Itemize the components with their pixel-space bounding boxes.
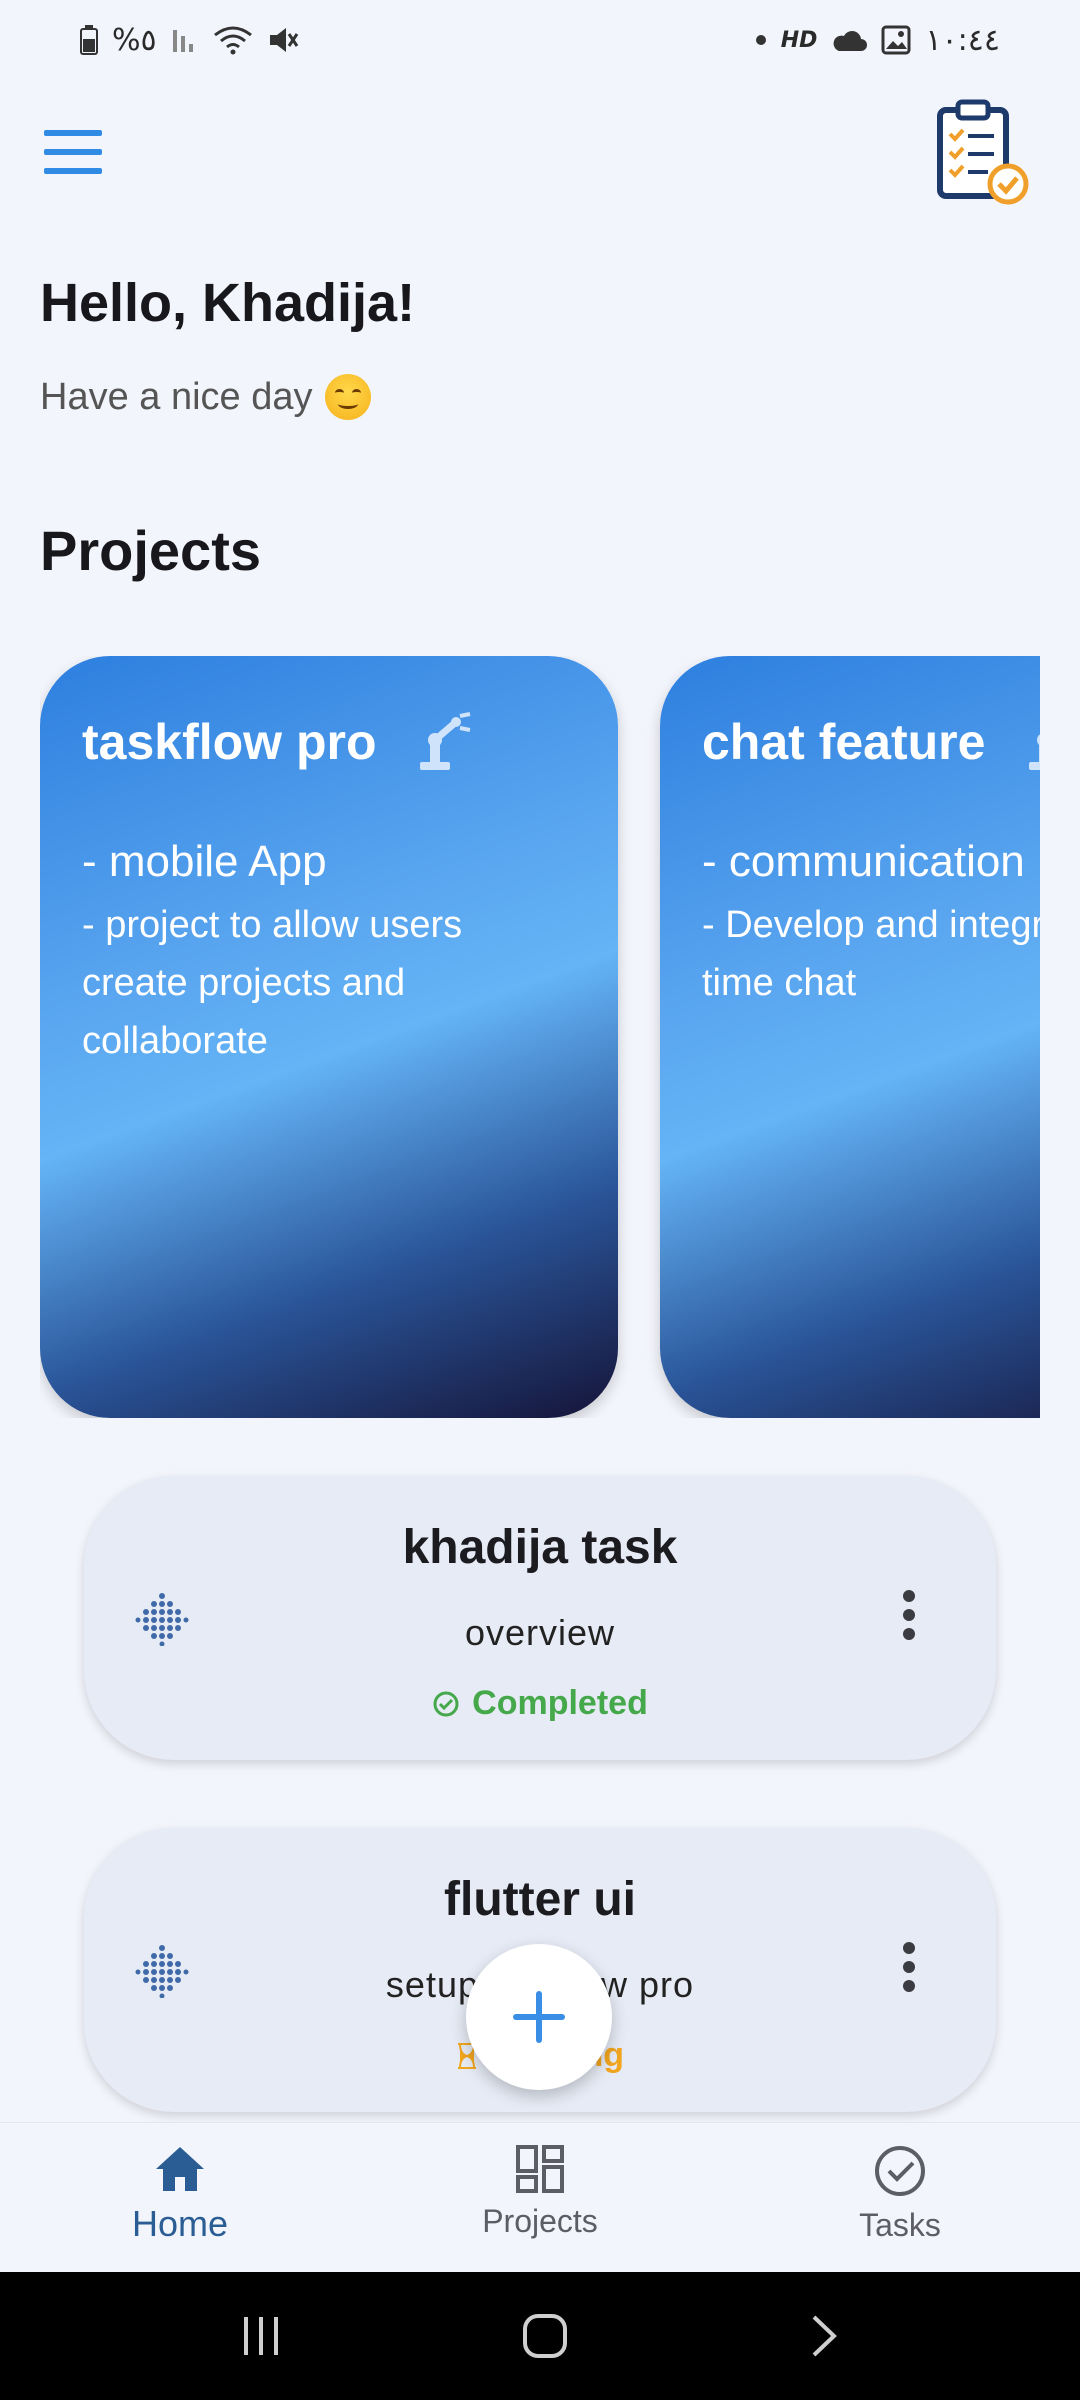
task-title: khadija task xyxy=(402,1521,678,1574)
nav-item-label: Tasks xyxy=(859,2207,941,2243)
project-card-line2: - Develop and integrate real time chat xyxy=(702,904,1040,1004)
greeting-subtitle-text: Have a nice day xyxy=(40,375,313,418)
cloud-icon xyxy=(834,31,868,51)
project-card-line2: - project to allow users create projects… xyxy=(82,904,463,1062)
robot-arm-icon xyxy=(420,712,471,770)
status-bar: %٥ HD ١٠:٤٤ xyxy=(0,0,1080,80)
task-status: Completed xyxy=(84,1684,996,1723)
signal-icon xyxy=(172,30,193,52)
task-status-label: Completed xyxy=(472,1684,648,1722)
projects-carousel[interactable]: taskflow pro - mobile App - project to a… xyxy=(40,656,1040,1418)
home-icon xyxy=(156,2147,204,2191)
project-card[interactable]: chat feature - communication module - De… xyxy=(660,656,1040,1418)
recent-apps-icon[interactable] xyxy=(238,2313,284,2359)
hd-badge: HD xyxy=(780,27,818,53)
wifi-icon xyxy=(213,26,252,55)
add-task-button[interactable] xyxy=(466,1944,612,2090)
plus-icon xyxy=(513,1991,565,2043)
status-bar-right: HD ١٠:٤٤ xyxy=(755,23,1000,58)
project-card-line1: - communication module xyxy=(702,837,1040,886)
mute-icon xyxy=(269,28,298,52)
hamburger-menu-icon[interactable] xyxy=(40,124,106,180)
nav-item-projects[interactable]: Projects xyxy=(360,2123,720,2272)
clock: ١٠:٤٤ xyxy=(925,22,1000,58)
dashboard-grid-icon xyxy=(516,2145,564,2193)
greeting-title: Hello, Khadija! xyxy=(40,273,416,333)
check-circle-icon xyxy=(433,1691,459,1716)
greeting-subtitle: Have a nice day xyxy=(40,374,371,420)
check-circle-icon xyxy=(875,2146,925,2196)
notification-dot-icon xyxy=(755,35,766,45)
robot-arm-icon xyxy=(1029,734,1040,770)
system-navigation-bar xyxy=(0,2272,1080,2400)
home-button-icon[interactable] xyxy=(520,2311,570,2361)
nav-item-tasks[interactable]: Tasks xyxy=(720,2123,1080,2272)
project-card-line1: - mobile App xyxy=(82,837,327,886)
battery-icon xyxy=(80,25,98,55)
battery-level: %٥ xyxy=(112,22,157,58)
smiling-face-icon xyxy=(324,374,371,420)
clipboard-checklist-icon xyxy=(937,99,1029,205)
more-vert-icon[interactable] xyxy=(902,1942,916,1992)
nav-item-label: Home xyxy=(131,2203,229,2244)
nav-item-label: Projects xyxy=(482,2203,598,2239)
task-subtitle: overview xyxy=(464,1612,616,1653)
status-bar-left: %٥ xyxy=(80,23,299,58)
project-card-title: chat feature xyxy=(702,714,986,770)
task-title: flutter ui xyxy=(444,1873,636,1926)
project-card[interactable]: taskflow pro - mobile App - project to a… xyxy=(40,656,618,1418)
nav-item-home[interactable]: Home xyxy=(0,2123,360,2272)
back-icon[interactable] xyxy=(806,2313,842,2359)
image-icon xyxy=(881,25,911,55)
bottom-navigation: Home Projects Tasks xyxy=(0,2122,1080,2272)
projects-section-title: Projects xyxy=(40,519,261,582)
task-card[interactable]: khadija task overview Completed xyxy=(84,1476,996,1760)
project-card-title: taskflow pro xyxy=(82,714,377,770)
more-vert-icon[interactable] xyxy=(902,1590,916,1640)
